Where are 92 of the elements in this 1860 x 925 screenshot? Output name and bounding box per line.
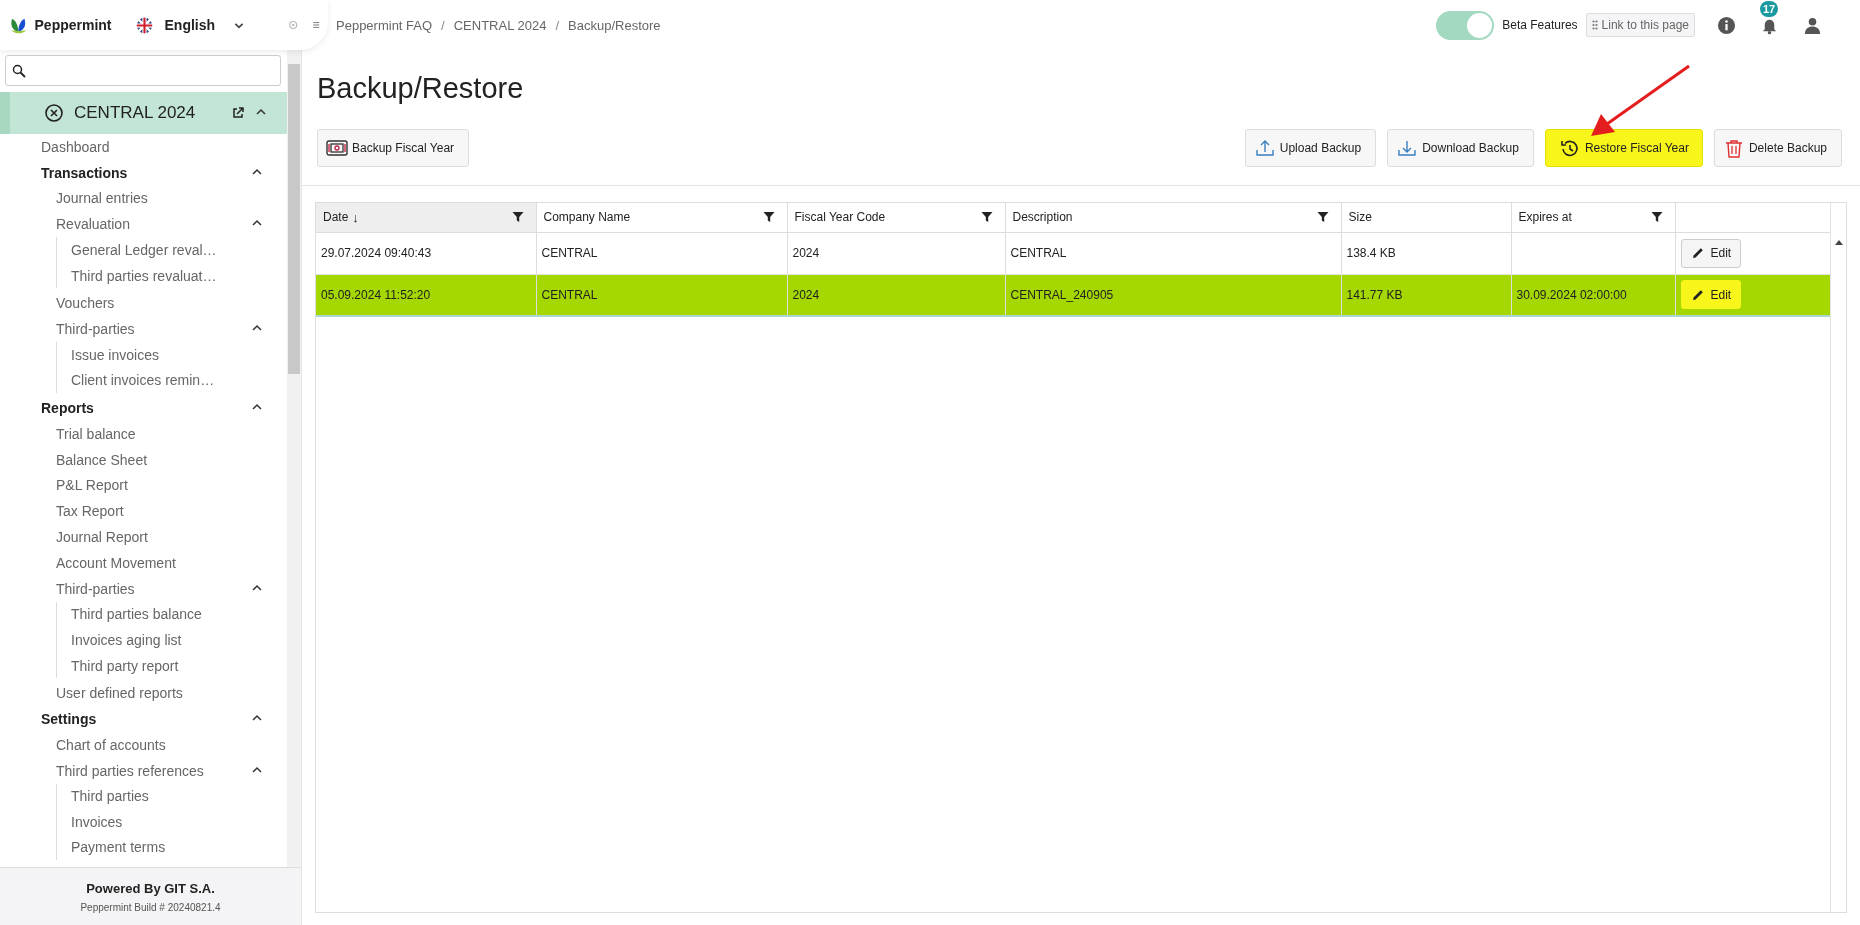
filter-icon[interactable] bbox=[1650, 211, 1663, 224]
column-header[interactable]: Description bbox=[1005, 203, 1341, 232]
sidebar-item[interactable]: Third parties references bbox=[41, 757, 273, 784]
table-cell: CENTRAL_240905 bbox=[1010, 287, 1114, 302]
sidebar-item[interactable]: Tax Report bbox=[41, 498, 273, 525]
table-cell: 29.07.2024 09:40:43 bbox=[321, 246, 432, 260]
table-cell: 2024 bbox=[792, 287, 820, 302]
table-cell: 05.09.2024 11:52:20 bbox=[321, 287, 431, 302]
sidebar-item[interactable]: Client invoices remin… bbox=[57, 367, 273, 394]
upload-icon bbox=[1253, 138, 1276, 158]
sidebar-item[interactable]: Chart of accounts bbox=[41, 731, 273, 758]
sidebar-item[interactable]: Balance Sheet bbox=[41, 446, 273, 473]
notification-badge: 17 bbox=[1760, 0, 1779, 17]
search-field[interactable] bbox=[5, 55, 281, 86]
scrollbar[interactable] bbox=[287, 50, 301, 867]
close-icon bbox=[44, 103, 64, 123]
sidebar-item[interactable]: Revaluation bbox=[41, 211, 273, 238]
flag-icon bbox=[135, 16, 153, 34]
table-cell: 30.09.2024 02:00:00 bbox=[1516, 287, 1627, 302]
app-name: Peppermint bbox=[34, 17, 112, 33]
download-icon bbox=[1396, 138, 1419, 158]
table-cell: 138.4 KB bbox=[1346, 246, 1396, 260]
sidebar-item[interactable]: General Ledger reval… bbox=[57, 237, 273, 263]
page-title: Backup/Restore bbox=[317, 72, 525, 105]
company-item[interactable]: CENTRAL 2024 bbox=[0, 92, 287, 134]
user-icon[interactable] bbox=[1803, 15, 1822, 35]
sidebar-item[interactable]: Vouchers bbox=[41, 290, 273, 317]
language-selector[interactable]: English bbox=[135, 16, 246, 34]
toolbar-button[interactable]: Delete Backup bbox=[1713, 129, 1842, 167]
filter-icon[interactable] bbox=[1316, 211, 1329, 224]
table-cell: CENTRAL bbox=[541, 287, 598, 302]
table-cell: 141.77 KB bbox=[1346, 287, 1403, 302]
sidebar-item[interactable]: Payment terms bbox=[57, 834, 273, 861]
breadcrumb-separator: / bbox=[440, 17, 446, 33]
edit-button[interactable]: Edit bbox=[1680, 238, 1742, 268]
external-link-icon bbox=[231, 106, 245, 120]
sidebar-section[interactable]: Settings bbox=[0, 706, 273, 732]
build-number: Peppermint Build # 20240821.4 bbox=[80, 901, 221, 913]
breadcrumb-link[interactable]: Peppermint FAQ bbox=[336, 17, 433, 33]
sidebar-item[interactable]: Journal Report bbox=[41, 524, 273, 550]
table-row[interactable]: 05.09.2024 11:52:20 CENTRAL 2024 CENTRAL_240905 141.77 KB 30.09.2024 02:00:00 Edit bbox=[316, 274, 1830, 316]
toolbar-button[interactable]: Upload Backup bbox=[1244, 129, 1377, 167]
column-header[interactable]: Company Name bbox=[536, 203, 787, 232]
sidebar-item[interactable]: Third-parties bbox=[41, 316, 273, 342]
powered-by-text: Powered By GIT S.A. bbox=[86, 880, 215, 896]
column-header[interactable]: Fiscal Year Code bbox=[787, 203, 1005, 232]
sidebar-item[interactable]: Third-parties bbox=[41, 575, 273, 602]
sidebar-item[interactable]: Dashboard bbox=[0, 134, 273, 160]
safe-icon bbox=[326, 138, 348, 158]
sidebar-item[interactable]: Account Movement bbox=[41, 549, 273, 576]
sidebar-item[interactable]: Third parties balance bbox=[57, 601, 273, 628]
breadcrumb-link[interactable]: CENTRAL 2024 bbox=[453, 17, 547, 33]
column-header[interactable]: Date ↓ bbox=[316, 203, 536, 232]
scrollbar[interactable] bbox=[1830, 203, 1846, 912]
beta-toggle[interactable] bbox=[1436, 10, 1495, 40]
link-button[interactable]: Link to this page bbox=[1585, 13, 1695, 37]
sidebar-item[interactable]: Invoices bbox=[57, 809, 273, 835]
toggle-label: Beta Features bbox=[1502, 18, 1578, 32]
sidebar-item[interactable]: Third parties revaluat… bbox=[57, 262, 273, 289]
sidebar-item[interactable]: Issue invoices bbox=[57, 341, 273, 368]
filter-icon[interactable] bbox=[511, 211, 524, 224]
sidebar-item[interactable]: User defined reports bbox=[41, 680, 273, 707]
toolbar-button[interactable]: Backup Fiscal Year bbox=[317, 129, 470, 167]
toolbar-button[interactable]: Restore Fiscal Year bbox=[1544, 129, 1703, 167]
info-icon[interactable] bbox=[1717, 15, 1736, 35]
sidebar-section[interactable]: Transactions bbox=[0, 159, 273, 186]
sidebar-section[interactable]: Reports bbox=[0, 395, 273, 421]
drag-dots-icon bbox=[1591, 20, 1598, 30]
sort-arrow[interactable]: ↓ bbox=[352, 209, 359, 225]
breadcrumb-separator: / bbox=[554, 17, 561, 33]
column-header[interactable]: Expires at bbox=[1511, 203, 1675, 232]
filter-icon[interactable] bbox=[980, 211, 993, 224]
search-icon bbox=[12, 63, 26, 78]
table-cell: CENTRAL bbox=[1010, 246, 1067, 260]
sidebar-item[interactable]: Invoices aging list bbox=[57, 627, 273, 653]
history-icon bbox=[1558, 138, 1581, 158]
table-cell: 2024 bbox=[792, 246, 820, 260]
sidebar-item[interactable]: Third parties bbox=[57, 783, 273, 810]
filter-icon[interactable] bbox=[762, 211, 775, 224]
breadcrumb-link[interactable]: Backup/Restore bbox=[568, 17, 661, 33]
sidebar-item[interactable]: Third party report bbox=[57, 652, 273, 679]
column-header[interactable]: Size bbox=[1341, 203, 1511, 232]
scroll-up-icon[interactable] bbox=[1834, 239, 1843, 245]
pencil-icon bbox=[1690, 246, 1705, 260]
sidebar-item[interactable]: P&L Report bbox=[41, 472, 273, 499]
sidebar-item[interactable]: Journal entries bbox=[41, 185, 273, 212]
toolbar-button[interactable]: Download Backup bbox=[1387, 129, 1534, 167]
table-row[interactable]: 29.07.2024 09:40:43 CENTRAL 2024 CENTRAL 138.4 KB Edit bbox=[316, 232, 1830, 274]
sidebar-item[interactable]: Trial balance bbox=[41, 420, 273, 447]
pencil-icon bbox=[1690, 287, 1705, 302]
table-cell: CENTRAL bbox=[541, 246, 598, 260]
edit-button[interactable]: Edit bbox=[1680, 280, 1742, 310]
